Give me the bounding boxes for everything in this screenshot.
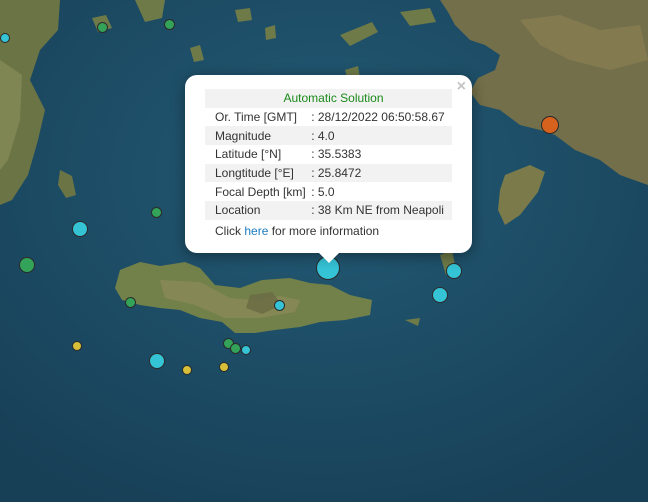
earthquake-marker[interactable]: [446, 263, 462, 279]
earthquake-marker[interactable]: [19, 257, 35, 273]
info-value: : 5.0: [311, 184, 335, 199]
info-heading-row: Automatic Solution: [205, 89, 452, 108]
info-row: Magnitude : 4.0: [205, 126, 452, 146]
info-label: Focal Depth [km]: [215, 184, 306, 199]
solution-heading: Automatic Solution: [205, 89, 452, 108]
more-info-line: Click here for more information: [205, 220, 452, 238]
info-label: Location: [205, 201, 312, 220]
info-value: : 38 Km NE from Neapoli: [311, 201, 452, 220]
earthquake-marker[interactable]: [164, 19, 175, 30]
info-row: Latitude [°N] : 35.5383: [205, 145, 452, 164]
more-info-prefix: Click: [215, 223, 245, 238]
earthquake-info-table: Automatic Solution Or. Time [GMT] : 28/1…: [205, 89, 452, 220]
more-info-suffix: for more information: [268, 223, 380, 238]
earthquake-marker[interactable]: [72, 221, 88, 237]
map-view[interactable]: × Automatic Solution Or. Time [GMT] : 28…: [0, 0, 648, 502]
earthquake-marker[interactable]: [0, 33, 10, 43]
info-label: Longtitude [°E]: [205, 163, 312, 183]
info-row: Location : 38 Km NE from Neapoli: [205, 201, 452, 220]
earthquake-marker[interactable]: [274, 300, 285, 311]
earthquake-marker[interactable]: [151, 207, 162, 218]
earthquake-marker[interactable]: [432, 287, 448, 303]
earthquake-marker[interactable]: [149, 353, 165, 369]
info-value: : 35.5383: [311, 147, 362, 162]
info-label: Latitude [°N]: [215, 147, 282, 162]
earthquake-marker[interactable]: [230, 343, 241, 354]
earthquake-marker[interactable]: [125, 297, 136, 308]
earthquake-marker[interactable]: [241, 345, 251, 355]
info-row: Longtitude [°E] : 25.8472: [205, 163, 452, 183]
info-row: Focal Depth [km] : 5.0: [205, 182, 452, 201]
info-label: Or. Time [GMT]: [215, 110, 298, 125]
info-value: : 25.8472: [311, 163, 452, 183]
earthquake-marker[interactable]: [219, 362, 229, 372]
info-label: Magnitude: [205, 126, 312, 146]
earthquake-info-popup: × Automatic Solution Or. Time [GMT] : 28…: [185, 75, 472, 253]
earthquake-marker[interactable]: [97, 22, 108, 33]
close-icon[interactable]: ×: [457, 79, 466, 95]
earthquake-marker[interactable]: [182, 365, 192, 375]
info-value: : 4.0: [311, 126, 452, 146]
info-value: : 28/12/2022 06:50:58.67: [311, 110, 445, 125]
earthquake-marker[interactable]: [72, 341, 82, 351]
more-info-link[interactable]: here: [244, 224, 268, 238]
info-row: Or. Time [GMT] : 28/12/2022 06:50:58.67: [205, 108, 452, 127]
earthquake-marker[interactable]: [541, 116, 559, 134]
popup-pointer: [318, 252, 340, 263]
